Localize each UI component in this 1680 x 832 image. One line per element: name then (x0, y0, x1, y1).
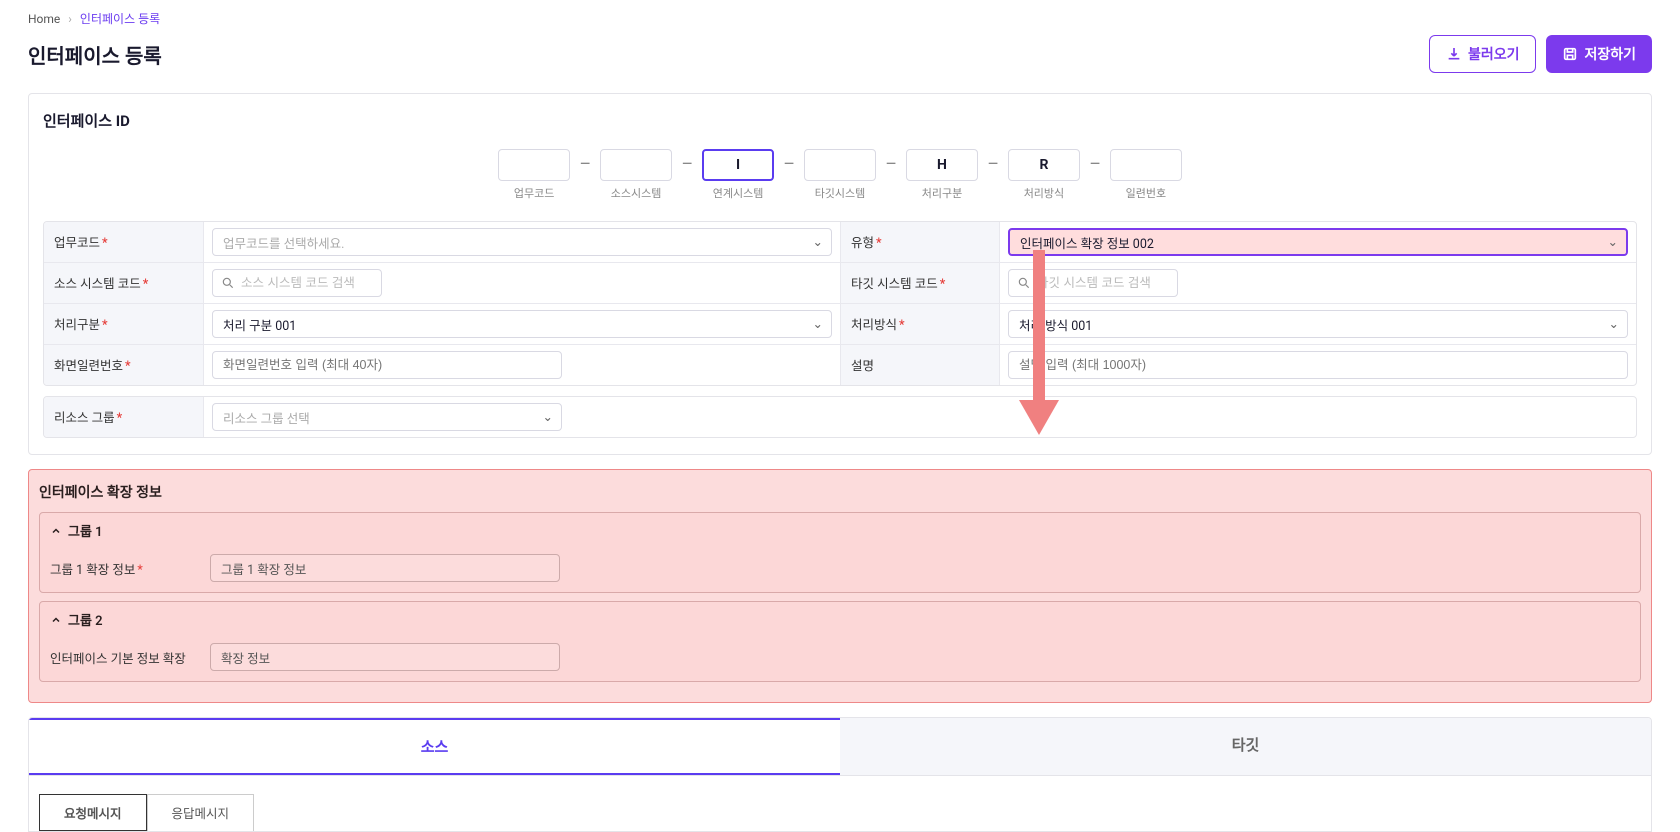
select-resource[interactable]: 리소스 그룹 선택 ⌄ (212, 403, 562, 431)
id-box-link[interactable]: I (702, 149, 774, 181)
id-box-procdiv[interactable]: H (906, 149, 978, 181)
select-procmethod[interactable]: 처리 방식 001 ⌄ (1008, 310, 1628, 338)
group-2-toggle[interactable]: 그룹 2 (40, 602, 1640, 637)
select-procdiv[interactable]: 처리 구분 001 ⌄ (212, 310, 832, 338)
breadcrumb-current: 인터페이스 등록 (80, 10, 160, 27)
search-icon (221, 276, 235, 290)
label-bizcode: 업무코드* (44, 222, 204, 262)
chevron-down-icon: ⌄ (1609, 316, 1619, 332)
select-type[interactable]: 인터페이스 확장 정보 002 ⌄ (1008, 228, 1628, 256)
breadcrumb-home[interactable]: Home (28, 12, 60, 26)
download-icon (1446, 46, 1462, 62)
subtab-request[interactable]: 요청메시지 (39, 794, 147, 831)
ext-section-title: 인터페이스 확장 정보 (39, 482, 1641, 502)
input-serial[interactable] (212, 351, 562, 379)
group-2-input[interactable]: 확장 정보 (210, 643, 560, 671)
id-section-label: 인터페이스 ID (43, 110, 1637, 131)
search-icon (1017, 276, 1031, 290)
save-button[interactable]: 저장하기 (1546, 35, 1652, 73)
chevron-up-icon (50, 525, 62, 537)
search-source-sys[interactable] (212, 269, 382, 297)
group-1-label: 그룹 1 확장 정보* (50, 559, 200, 578)
label-source-sys: 소스 시스템 코드* (44, 263, 204, 303)
tab-target[interactable]: 타깃 (840, 718, 1651, 775)
group-2: 그룹 2 인터페이스 기본 정보 확장 확장 정보 (39, 601, 1641, 682)
chevron-down-icon: ⌄ (813, 234, 823, 250)
group-1-input[interactable]: 그룹 1 확장 정보 (210, 554, 560, 582)
tab-source[interactable]: 소스 (28, 717, 841, 776)
page-title: 인터페이스 등록 (28, 40, 162, 69)
label-resource: 리소스 그룹* (44, 397, 204, 437)
id-box-serial[interactable] (1110, 149, 1182, 181)
label-procdiv: 처리구분* (44, 304, 204, 344)
chevron-down-icon: ⌄ (813, 316, 823, 332)
group-2-label: 인터페이스 기본 정보 확장 (50, 648, 200, 667)
subtab-response[interactable]: 응답메시지 (147, 794, 255, 831)
select-bizcode[interactable]: 업무코드를 선택하세요. ⌄ (212, 228, 832, 256)
id-box-bizcode[interactable] (498, 149, 570, 181)
id-box-procmethod[interactable]: R (1008, 149, 1080, 181)
id-box-source[interactable] (600, 149, 672, 181)
id-box-target[interactable] (804, 149, 876, 181)
search-target-sys[interactable] (1008, 269, 1178, 297)
chevron-right-icon: › (68, 12, 72, 26)
label-target-sys: 타깃 시스템 코드* (840, 263, 1000, 303)
group-1: 그룹 1 그룹 1 확장 정보* 그룹 1 확장 정보 (39, 512, 1641, 593)
input-desc[interactable] (1008, 351, 1628, 379)
load-button[interactable]: 불러오기 (1429, 35, 1537, 73)
save-icon (1562, 46, 1578, 62)
chevron-down-icon: ⌄ (1608, 234, 1618, 250)
group-1-toggle[interactable]: 그룹 1 (40, 513, 1640, 548)
label-serial: 화면일련번호* (44, 345, 204, 385)
chevron-up-icon (50, 614, 62, 626)
breadcrumb: Home › 인터페이스 등록 (28, 10, 1652, 27)
chevron-down-icon: ⌄ (543, 409, 553, 425)
label-procmethod: 처리방식* (840, 304, 1000, 344)
label-type: 유형* (840, 222, 1000, 262)
label-desc: 설명 (840, 345, 1000, 385)
ext-info-section: 인터페이스 확장 정보 그룹 1 그룹 1 확장 정보* 그룹 1 확장 정보 … (28, 469, 1652, 703)
